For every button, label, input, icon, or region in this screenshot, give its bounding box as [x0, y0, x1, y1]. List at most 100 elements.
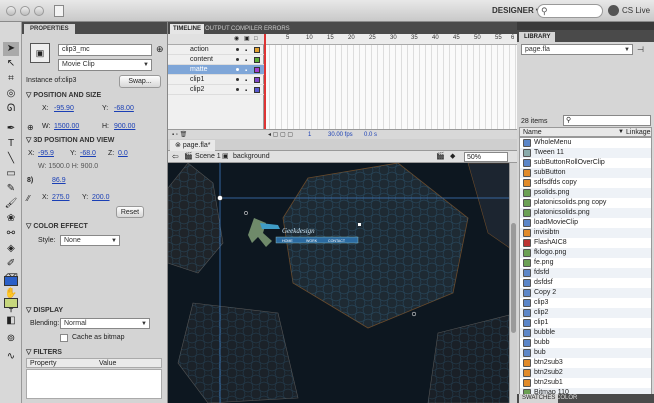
- close-window-button[interactable]: [6, 6, 16, 16]
- fill-color-swatch[interactable]: [4, 298, 18, 308]
- library-item-list[interactable]: WholeMenu Tween 11 subButtonRollOverClip su…: [519, 137, 652, 403]
- frame-ruler[interactable]: 5 10 15 20 25 30 35 40 45 50 55 6: [264, 34, 517, 45]
- line-tool-icon[interactable]: ╲: [3, 152, 19, 166]
- zoom-select[interactable]: 50%: [464, 152, 508, 162]
- library-item[interactable]: psolids.png: [520, 188, 651, 198]
- snap-to-objects-icon[interactable]: ⊚: [3, 332, 19, 346]
- brush-tool-icon[interactable]: 🖌: [3, 197, 19, 211]
- transform-point-handle[interactable]: [217, 195, 223, 201]
- vanishing-point-handle[interactable]: [358, 223, 361, 226]
- help-search-input[interactable]: ⚲: [537, 4, 603, 18]
- library-item[interactable]: clip2: [520, 308, 651, 318]
- color-effect-header[interactable]: ▽ COLOR EFFECT: [22, 221, 167, 232]
- library-item[interactable]: bubble: [520, 328, 651, 338]
- library-item[interactable]: dsfdsf: [520, 278, 651, 288]
- playhead[interactable]: [264, 34, 266, 129]
- edit-scene-icon[interactable]: 🎬: [436, 151, 445, 163]
- col-linkage[interactable]: Linkage: [626, 128, 651, 137]
- library-item[interactable]: fklogo.png: [520, 248, 651, 258]
- nav-work[interactable]: WORK: [306, 239, 318, 243]
- filters-header[interactable]: ▽ FILTERS: [22, 347, 167, 358]
- library-item[interactable]: clip3: [520, 298, 651, 308]
- zoom-window-button[interactable]: [34, 6, 44, 16]
- col-name[interactable]: Name: [523, 128, 542, 137]
- 3d-rotation-tool-icon[interactable]: ◎: [3, 87, 19, 101]
- x-value[interactable]: -95.90: [54, 105, 74, 112]
- nav-contact[interactable]: CONTACT: [328, 239, 346, 243]
- y-value[interactable]: -68.00: [114, 105, 134, 112]
- library-item[interactable]: fdsfd: [520, 268, 651, 278]
- library-item[interactable]: loadMovieClip: [520, 218, 651, 228]
- instance-name-input[interactable]: clip3_mc: [58, 44, 152, 56]
- eyedropper-tool-icon[interactable]: ✐: [3, 257, 19, 271]
- scroll-thumb[interactable]: [511, 223, 516, 333]
- nav-home[interactable]: HOME: [282, 239, 293, 243]
- w-value[interactable]: 1500.00: [54, 123, 79, 130]
- layer-clip2[interactable]: clip2 ▪: [168, 85, 264, 95]
- back-arrow-icon[interactable]: ⇦: [172, 151, 179, 163]
- filters-list[interactable]: [26, 369, 162, 399]
- library-item[interactable]: FlashAIC8: [520, 238, 651, 248]
- rectangle-tool-icon[interactable]: ▭: [3, 167, 19, 181]
- tab-library[interactable]: LIBRARY: [519, 32, 556, 42]
- breadcrumb-symbol[interactable]: background: [233, 151, 270, 163]
- tab-properties[interactable]: PROPERTIES: [24, 24, 75, 34]
- library-item[interactable]: subButtonRollOverClip: [520, 158, 651, 168]
- subselection-tool-icon[interactable]: ↖: [3, 57, 19, 71]
- smooth-icon[interactable]: ∿: [3, 350, 19, 364]
- 3d-z-value[interactable]: 0.0: [118, 150, 128, 157]
- swap-button[interactable]: Swap...: [119, 75, 161, 88]
- reset-button[interactable]: Reset: [116, 206, 144, 218]
- library-document-select[interactable]: page.fla ▼: [521, 44, 633, 55]
- layer-matte[interactable]: matte ▪: [168, 65, 264, 75]
- library-search-input[interactable]: ⚲: [563, 115, 651, 126]
- pencil-tool-icon[interactable]: ✎: [3, 182, 19, 196]
- library-item[interactable]: platonicsolids.png: [520, 208, 651, 218]
- library-item[interactable]: subButton: [520, 168, 651, 178]
- pin-library-icon[interactable]: ⊣: [637, 45, 644, 54]
- selection-tool-icon[interactable]: ➤: [3, 42, 19, 56]
- h-value[interactable]: 900.00: [114, 123, 135, 130]
- eye-icon[interactable]: ◉: [234, 34, 239, 45]
- symbol-type-select[interactable]: Movie Clip ▼: [58, 59, 152, 71]
- layer-action[interactable]: action ▪: [168, 45, 264, 55]
- blending-select[interactable]: Normal ▼: [60, 318, 150, 329]
- character-embed-icon[interactable]: ⊕: [156, 44, 164, 55]
- tab-page-fla[interactable]: ⊗ page.fla*: [170, 140, 216, 151]
- library-item[interactable]: Copy 2: [520, 288, 651, 298]
- link-icon[interactable]: ⊕: [27, 123, 34, 132]
- breadcrumb-scene[interactable]: Scene 1: [195, 151, 221, 163]
- position-size-header[interactable]: ▽ POSITION AND SIZE: [22, 90, 167, 101]
- color-style-select[interactable]: None ▼: [60, 235, 120, 246]
- stage-canvas[interactable]: Geekdesign HOME WORK CONTACT: [168, 163, 517, 403]
- layer-clip1[interactable]: clip1 ▪: [168, 75, 264, 85]
- cs-live-menu[interactable]: CS Live: [622, 6, 650, 15]
- library-item[interactable]: btn2sub2: [520, 368, 651, 378]
- library-item[interactable]: bub: [520, 348, 651, 358]
- workspace-switcher[interactable]: DESIGNER ▾: [492, 6, 540, 15]
- 3d-y-value[interactable]: -68.0: [80, 150, 96, 157]
- library-item[interactable]: fe.png: [520, 258, 651, 268]
- lock-icon[interactable]: ▣: [244, 34, 250, 45]
- black-white-icon[interactable]: ◧: [3, 314, 19, 328]
- stage-vertical-scrollbar[interactable]: [509, 163, 517, 403]
- vanishing-x-value[interactable]: 275.0: [52, 194, 70, 201]
- deco-tool-icon[interactable]: ❀: [3, 212, 19, 226]
- pen-tool-icon[interactable]: ✒: [3, 122, 19, 136]
- paint-bucket-tool-icon[interactable]: ◈: [3, 242, 19, 256]
- close-icon[interactable]: ⊗: [175, 142, 183, 149]
- tab-timeline[interactable]: TIMELINE: [170, 24, 204, 34]
- edit-symbol-icon[interactable]: ◆: [450, 151, 455, 163]
- library-item[interactable]: Tween 11: [520, 148, 651, 158]
- library-item[interactable]: bubb: [520, 338, 651, 348]
- free-transform-tool-icon[interactable]: ⌗: [3, 72, 19, 86]
- library-item[interactable]: WholeMenu: [520, 138, 651, 148]
- 3d-x-value[interactable]: -95.9: [38, 150, 54, 157]
- cache-as-bitmap-checkbox[interactable]: [60, 334, 68, 342]
- cs-live-icon[interactable]: [608, 5, 619, 16]
- text-tool-icon[interactable]: T: [3, 137, 19, 151]
- lasso-tool-icon[interactable]: ᘏ: [3, 102, 19, 116]
- sort-icon[interactable]: ▼: [618, 128, 624, 137]
- library-item[interactable]: sdfsdfds copy: [520, 178, 651, 188]
- stroke-color-swatch[interactable]: [4, 276, 18, 286]
